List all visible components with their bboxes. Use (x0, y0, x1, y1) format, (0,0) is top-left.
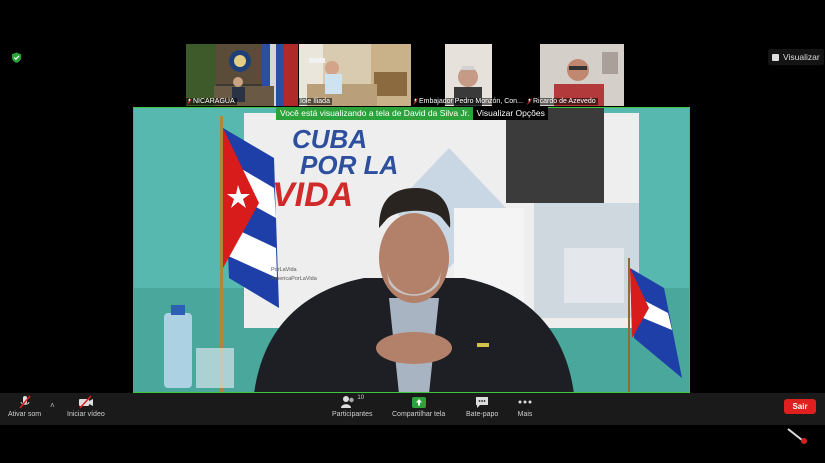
participant-name-tag: Embajador Pedro Monzón, Con... (412, 98, 524, 105)
view-options-label: Visualizar Opções (476, 108, 545, 118)
more-label: Mais (517, 411, 533, 418)
share-screen-icon (411, 397, 426, 408)
participant-video-frame (412, 44, 524, 106)
unmute-label: Ativar som (8, 411, 42, 418)
mic-muted-icon (18, 395, 31, 409)
participant-video-nicaragua[interactable]: NICARAGUA (186, 44, 298, 106)
participants-button[interactable]: 10 Participantes (332, 395, 372, 418)
participant-name-tag: Iole Iliada (299, 98, 332, 105)
leave-meeting-button[interactable]: Sair (784, 399, 816, 414)
participant-video-iole[interactable]: Iole Iliada (299, 44, 411, 106)
participants-icon (341, 396, 355, 408)
participants-label: Participantes (332, 411, 373, 418)
mic-muted-icon (413, 98, 418, 105)
participant-video-frame (299, 44, 411, 106)
participant-name-tag: NICARAGUA (186, 98, 237, 105)
participant-video-frame (186, 44, 298, 106)
view-options-button[interactable]: Visualizar Opções (473, 107, 548, 120)
participant-video-frame (526, 44, 638, 106)
participant-name-tag: Ricardo de Azevedo (526, 98, 598, 105)
unmute-button[interactable]: Ativar som (8, 395, 41, 418)
more-button[interactable]: Mais (517, 395, 533, 418)
grid-icon (772, 53, 779, 61)
participant-video-pedro[interactable]: Embajador Pedro Monzón, Con... (412, 44, 524, 106)
chat-button[interactable]: Bate-papo (466, 395, 498, 418)
share-viewing-text: Você está visualizando a tela de David d… (276, 107, 474, 120)
screen-share-banner: Você está visualizando a tela de David d… (276, 107, 548, 120)
share-screen-label: Compartilhar tela (392, 411, 446, 418)
audio-options-caret[interactable]: ˄ (50, 401, 55, 410)
start-video-label: Iniciar vídeo (67, 411, 105, 418)
shared-screen[interactable]: CUBA POR LA VIDA PorLaVida AmericaPorLaV… (133, 107, 690, 393)
chevron-up-icon: ˄ (50, 401, 55, 410)
chat-label: Bate-papo (466, 411, 499, 418)
share-screen-button[interactable]: Compartilhar tela (392, 395, 445, 418)
poster-small-text: PorLaVida AmericaPorLaVida (271, 267, 317, 282)
start-video-button[interactable]: Iniciar vídeo (67, 395, 105, 418)
participants-count: 10 (357, 395, 365, 401)
mic-muted-icon (527, 98, 532, 105)
view-button[interactable]: Visualizar (768, 49, 824, 65)
view-button-label: Visualizar (783, 52, 820, 62)
shield-icon[interactable] (11, 52, 22, 63)
participant-video-ricardo[interactable]: Ricardo de Azevedo (526, 44, 638, 106)
annotation-pen-icon[interactable] (786, 427, 810, 445)
more-icon (518, 400, 532, 404)
poster-title: CUBA POR LA VIDA (272, 124, 399, 214)
mic-muted-icon (187, 98, 192, 105)
video-off-icon (78, 395, 93, 409)
shared-screen-video (134, 108, 689, 392)
chat-icon (476, 397, 489, 408)
